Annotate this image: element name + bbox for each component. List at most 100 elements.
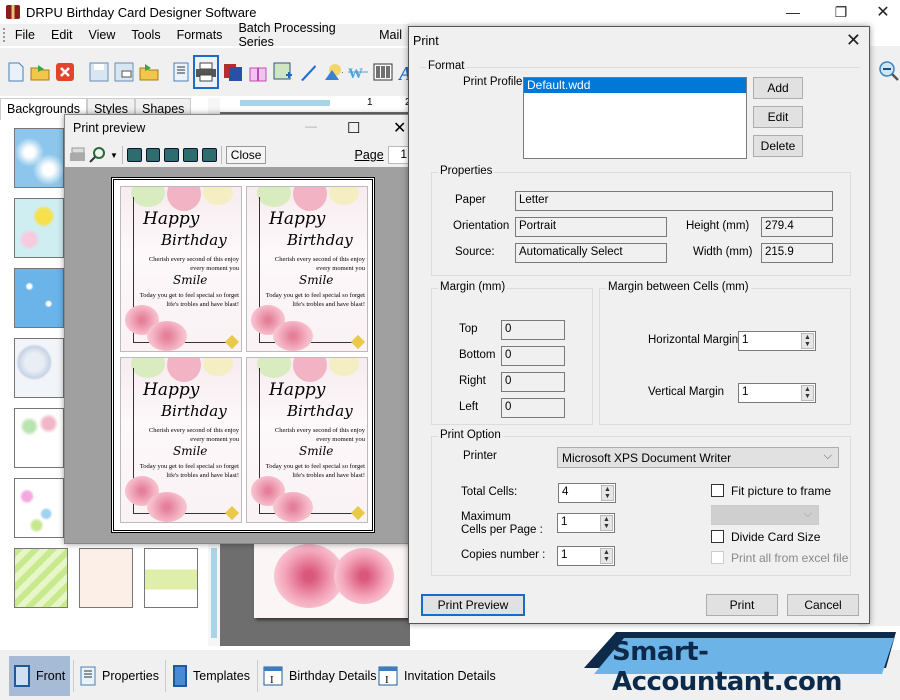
pp-maximize-button[interactable]: ☐: [347, 119, 360, 137]
horizontal-margin-spinner[interactable]: 1 ▲ ▼: [738, 331, 816, 351]
close-app-button[interactable]: ✕: [860, 0, 900, 24]
pp-minimize-button[interactable]: —: [305, 119, 317, 133]
preview-card-cell: Happy Birthday Cherish every second of t…: [246, 186, 368, 352]
tab-templates[interactable]: Templates: [173, 656, 250, 696]
background-thumb-stars[interactable]: [14, 268, 64, 328]
print-dialog: Print ✕ Format Print Profile Default.wdd…: [408, 26, 870, 624]
menu-tools[interactable]: Tools: [123, 28, 168, 42]
background-thumb-clouds[interactable]: [14, 128, 64, 188]
tab-separator: [165, 660, 166, 692]
background-thumb-cakes[interactable]: [79, 548, 133, 608]
orientation-field: Portrait: [515, 217, 667, 237]
four-pages-icon[interactable]: [183, 148, 199, 162]
shapes-icon[interactable]: [322, 61, 344, 83]
total-cells-value: 4: [562, 486, 569, 498]
profile-item-default[interactable]: Default.wdd: [524, 78, 746, 93]
one-page-icon[interactable]: [126, 148, 142, 162]
spin-arrows[interactable]: ▲ ▼: [600, 548, 613, 564]
copies-spinner[interactable]: 1 ▲ ▼: [557, 546, 615, 566]
max-cells-label-2: Cells per Page :: [461, 524, 543, 536]
height-field: 279.4: [761, 217, 833, 237]
ruler-highlight: [240, 100, 330, 106]
tab-front[interactable]: Front: [9, 656, 70, 696]
three-pages-icon[interactable]: [164, 148, 180, 162]
barcode-icon[interactable]: [372, 61, 394, 83]
pp-close-button[interactable]: Close: [225, 146, 267, 164]
source-field: Automatically Select: [515, 243, 667, 263]
spin-arrows[interactable]: ▲ ▼: [801, 385, 814, 401]
new-icon[interactable]: [6, 61, 26, 83]
print-icon[interactable]: [69, 147, 86, 163]
tab-invitation-details[interactable]: I Invitation Details: [378, 656, 496, 696]
open-icon[interactable]: [29, 61, 51, 83]
restore-button[interactable]: ❐: [818, 0, 864, 24]
total-cells-spinner[interactable]: 4 ▲ ▼: [558, 483, 616, 503]
cancel-button[interactable]: Cancel: [787, 594, 859, 616]
edit-profile-button[interactable]: Edit: [753, 106, 803, 128]
tab-birthday-details[interactable]: I Birthday Details: [263, 656, 377, 696]
minimize-button[interactable]: —: [770, 0, 816, 24]
spin-arrows[interactable]: ▲ ▼: [801, 333, 814, 349]
paper-field: Letter: [515, 191, 833, 211]
background-thumb-stripes[interactable]: [14, 548, 68, 608]
pp-close-window-button[interactable]: ✕: [393, 118, 406, 138]
menu-file[interactable]: File: [7, 28, 43, 42]
print-profile-list[interactable]: Default.wdd: [523, 77, 747, 159]
scrollbar-thumb[interactable]: [211, 548, 217, 638]
vertical-margin-spinner[interactable]: 1 ▲ ▼: [738, 383, 816, 403]
menu-formats[interactable]: Formats: [169, 28, 231, 42]
max-cells-spinner[interactable]: 1 ▲ ▼: [557, 513, 615, 533]
background-thumb-daisies[interactable]: [14, 198, 64, 258]
divide-card-checkbox[interactable]: [711, 530, 724, 543]
tab-properties[interactable]: Properties: [80, 656, 159, 696]
two-pages-icon[interactable]: [145, 148, 161, 162]
print-dialog-close-button[interactable]: ✕: [846, 30, 861, 51]
save-icon[interactable]: [88, 61, 110, 83]
card-message-2: Today you get to feel special so forget …: [139, 292, 239, 308]
wordart-icon[interactable]: W: [347, 61, 369, 83]
six-pages-icon[interactable]: [202, 148, 217, 162]
preview-page: Happy Birthday Cherish every second of t…: [111, 177, 375, 533]
margin-right-field[interactable]: 0: [501, 372, 565, 392]
add-profile-button[interactable]: Add: [753, 77, 803, 99]
close-doc-icon[interactable]: [54, 61, 76, 83]
save-as-icon[interactable]: [113, 61, 135, 83]
print-icon[interactable]: [193, 55, 219, 89]
tab-templates-label: Templates: [193, 669, 250, 683]
fit-picture-checkbox[interactable]: [711, 484, 724, 497]
spin-arrows[interactable]: ▲ ▼: [600, 515, 613, 531]
open-folder-icon[interactable]: [138, 61, 160, 83]
gallery-icon[interactable]: [222, 61, 244, 83]
page-value: 1: [400, 147, 407, 161]
menu-edit[interactable]: Edit: [43, 28, 81, 42]
delete-profile-button[interactable]: Delete: [753, 135, 803, 157]
background-thumb-bubbles[interactable]: [14, 338, 64, 398]
print-button[interactable]: Print: [706, 594, 778, 616]
card-design-preview[interactable]: [254, 540, 414, 618]
menu-view[interactable]: View: [81, 28, 124, 42]
margin-bottom-field[interactable]: 0: [501, 346, 565, 366]
menu-batch-processing[interactable]: Batch Processing Series: [230, 21, 371, 49]
zoom-dropdown-icon[interactable]: ▼: [110, 151, 118, 160]
card-smile: Smile: [173, 444, 208, 458]
zoom-out-icon[interactable]: [878, 60, 900, 82]
print-preview-button[interactable]: Print Preview: [421, 594, 525, 616]
zoom-icon[interactable]: [89, 147, 106, 163]
card-message-2: Today you get to feel special so forget …: [265, 292, 365, 308]
background-thumb-garden[interactable]: [144, 548, 198, 608]
properties-icon[interactable]: [172, 61, 190, 83]
menu-mail[interactable]: Mail: [371, 28, 410, 42]
margin-top-field[interactable]: 0: [501, 320, 565, 340]
tab-invitation-details-label: Invitation Details: [404, 669, 496, 683]
background-thumb-hearts[interactable]: [14, 478, 64, 538]
gift-icon[interactable]: [247, 61, 269, 83]
background-thumb-balloons[interactable]: [14, 408, 64, 468]
margin-left-field[interactable]: 0: [501, 398, 565, 418]
image-icon[interactable]: [272, 61, 294, 83]
margin-bottom-label: Bottom: [459, 349, 496, 361]
svg-text:I: I: [385, 674, 389, 686]
spin-arrows[interactable]: ▲ ▼: [601, 485, 614, 501]
printer-select[interactable]: Microsoft XPS Document Writer ⌵: [557, 447, 839, 468]
pen-icon[interactable]: [297, 61, 319, 83]
printer-value: Microsoft XPS Document Writer: [562, 451, 732, 465]
